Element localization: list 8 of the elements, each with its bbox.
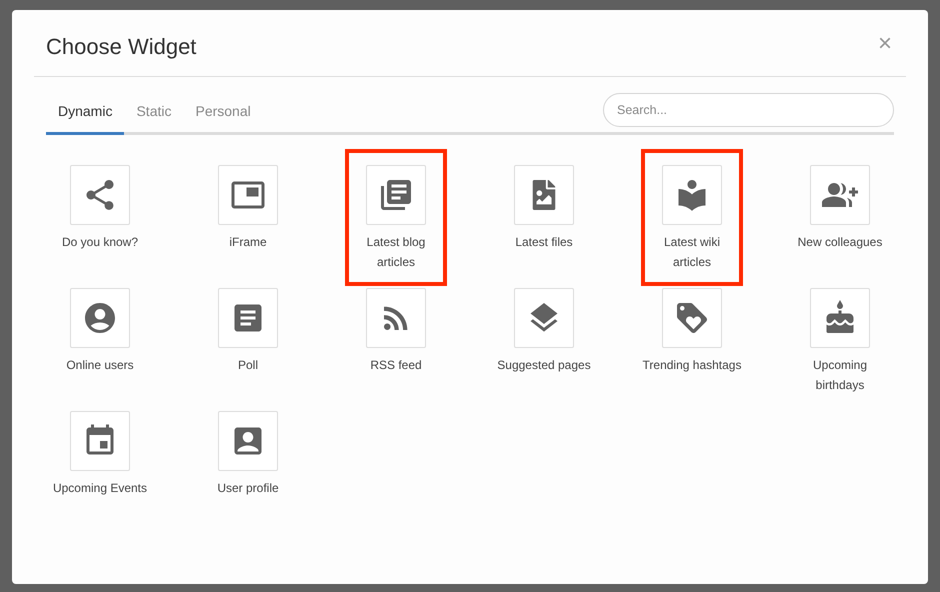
search-field[interactable]: Search... [603,93,894,127]
widget-option[interactable]: Latest wiki articles [641,149,743,286]
articles-icon [378,177,414,213]
dialog-title: Choose Widget [46,33,196,61]
user-icon [82,300,118,336]
widget-option[interactable]: Latest blog articles [345,149,447,286]
tab[interactable]: Dynamic [46,93,124,135]
tag-heart-icon [674,300,710,336]
